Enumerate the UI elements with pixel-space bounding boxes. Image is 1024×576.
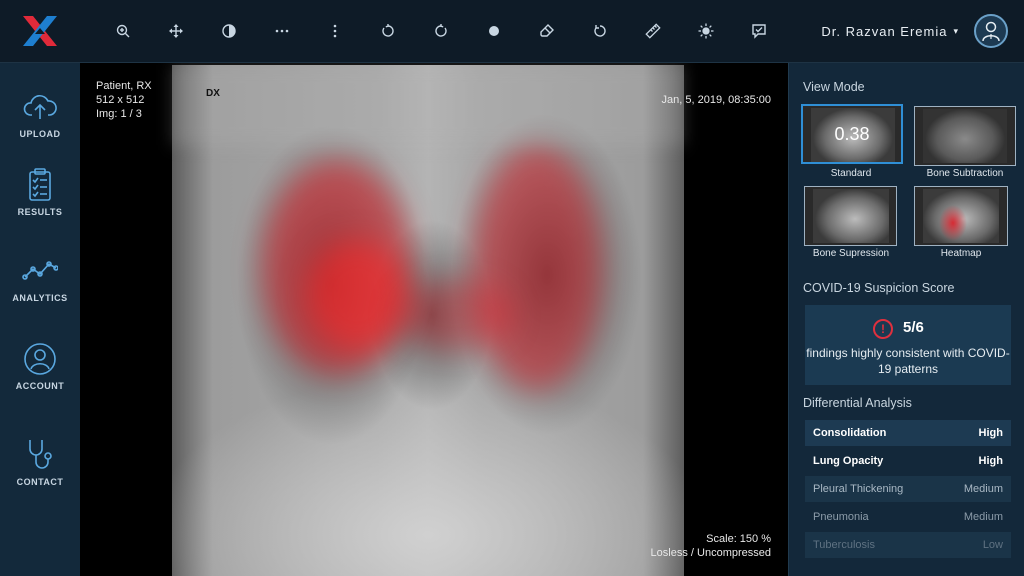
image-size: 512 x 512 <box>96 94 145 106</box>
rotate-left-icon[interactable] <box>373 16 403 46</box>
view-mode-label: Bone Subtraction <box>926 168 1004 179</box>
standard-score: 0.38 <box>834 124 870 144</box>
contrast-icon[interactable] <box>214 16 244 46</box>
covid-score-description: findings highly consistent with COVID-19… <box>806 346 1010 376</box>
user-menu[interactable]: Dr. Razvan Eremia ▾ <box>821 12 1008 50</box>
heatmap-region <box>397 280 512 350</box>
avatar[interactable] <box>974 14 1008 48</box>
finding-level: Medium <box>963 483 1003 495</box>
view-mode-bone-subtraction[interactable] <box>914 106 1016 166</box>
sidebar-item-label: ANALYTICS <box>12 293 68 303</box>
finding-level: High <box>978 427 1003 439</box>
finding-row[interactable]: Pneumonia Medium <box>805 504 1011 530</box>
sidebar-item-label: UPLOAD <box>19 129 61 139</box>
sidebar-item-account[interactable]: ACCOUNT <box>0 341 80 391</box>
patient-label: Patient, RX <box>96 80 152 92</box>
shoulder-shading <box>172 65 684 145</box>
view-mode-title: View Mode <box>803 80 865 94</box>
xray-image[interactable]: DX <box>172 65 684 576</box>
brightness-icon[interactable] <box>691 16 721 46</box>
finding-level: Medium <box>963 511 1003 523</box>
view-mode-label: Heatmap <box>940 248 982 259</box>
finding-name: Tuberculosis <box>813 539 875 551</box>
app-logo[interactable] <box>0 0 80 62</box>
top-toolbar: Dr. Razvan Eremia ▾ <box>0 0 1024 63</box>
finding-row[interactable]: Tuberculosis Low <box>805 532 1011 558</box>
analysis-panel: View Mode 0.38 Standard Bone Subtraction… <box>788 63 1024 576</box>
view-mode-heatmap[interactable] <box>914 186 1008 246</box>
image-index: Img: 1 / 3 <box>96 108 142 120</box>
finding-level: High <box>978 455 1003 467</box>
finding-row[interactable]: Consolidation High <box>805 420 1011 446</box>
eraser-icon[interactable] <box>532 16 562 46</box>
thumbnail-image <box>813 189 889 243</box>
zoom-scale: Scale: 150 % <box>706 533 771 545</box>
finding-name: Lung Opacity <box>813 455 884 467</box>
record-icon[interactable] <box>479 16 509 46</box>
analytics-line-icon <box>22 261 58 280</box>
sidebar: UPLOAD RESULTS ANALYTICS ACCOUNT CONTACT <box>0 63 80 576</box>
view-mode-standard[interactable]: 0.38 <box>801 104 903 164</box>
sidebar-item-label: ACCOUNT <box>15 381 65 391</box>
view-mode-bone-supression[interactable] <box>804 186 897 246</box>
heatmap-region <box>472 145 602 390</box>
sidebar-item-results[interactable]: RESULTS <box>0 167 80 217</box>
finding-level: Low <box>982 539 1003 551</box>
reset-icon[interactable] <box>585 16 615 46</box>
sidebar-item-analytics[interactable]: ANALYTICS <box>0 253 80 303</box>
finding-row[interactable]: Pleural Thickening Medium <box>805 476 1011 502</box>
heatmap-hotspot <box>307 240 407 350</box>
user-icon <box>24 343 56 375</box>
move-icon[interactable] <box>161 16 191 46</box>
rotate-right-icon[interactable] <box>426 16 456 46</box>
compression-info: Losless / Uncompressed <box>650 547 771 559</box>
ruler-icon[interactable] <box>638 16 668 46</box>
doctor-avatar-icon <box>982 21 1000 42</box>
logo-x-icon <box>23 16 57 46</box>
modality-tag: DX <box>206 88 220 99</box>
view-mode-label: Bone Supression <box>812 248 890 259</box>
sidebar-item-label: RESULTS <box>17 207 63 217</box>
study-datetime: Jan, 5, 2019, 08:35:00 <box>661 94 771 106</box>
user-name[interactable]: Dr. Razvan Eremia <box>821 24 947 39</box>
more-horizontal-icon[interactable] <box>267 16 297 46</box>
thumbnail-image <box>923 109 1007 163</box>
finding-name: Pleural Thickening <box>813 483 904 495</box>
covid-score-count: 5/6 <box>903 319 924 336</box>
covid-score-card: ! 5/6 findings highly consistent with CO… <box>805 305 1011 385</box>
finding-row[interactable]: Lung Opacity High <box>805 448 1011 474</box>
image-viewer[interactable]: DX Patient, RX 512 x 512 Img: 1 / 3 Jan,… <box>80 63 788 576</box>
sidebar-item-upload[interactable]: UPLOAD <box>0 89 80 139</box>
sidebar-item-contact[interactable]: CONTACT <box>0 437 80 487</box>
stethoscope-icon <box>29 440 52 469</box>
cloud-upload-icon <box>23 95 57 119</box>
sidebar-item-label: CONTACT <box>16 477 64 487</box>
finding-name: Pneumonia <box>813 511 869 523</box>
zoom-in-icon[interactable] <box>108 16 138 46</box>
differential-analysis-title: Differential Analysis <box>803 396 912 410</box>
view-mode-label: Standard <box>830 168 872 179</box>
chevron-down-icon[interactable]: ▾ <box>953 26 958 37</box>
thumbnail-image <box>923 189 999 243</box>
more-vertical-icon[interactable] <box>320 16 350 46</box>
check-report-icon[interactable] <box>744 16 774 46</box>
alert-icon: ! <box>873 319 893 339</box>
clipboard-icon <box>29 168 51 201</box>
finding-name: Consolidation <box>813 427 887 439</box>
covid-score-title: COVID-19 Suspicion Score <box>803 281 955 295</box>
